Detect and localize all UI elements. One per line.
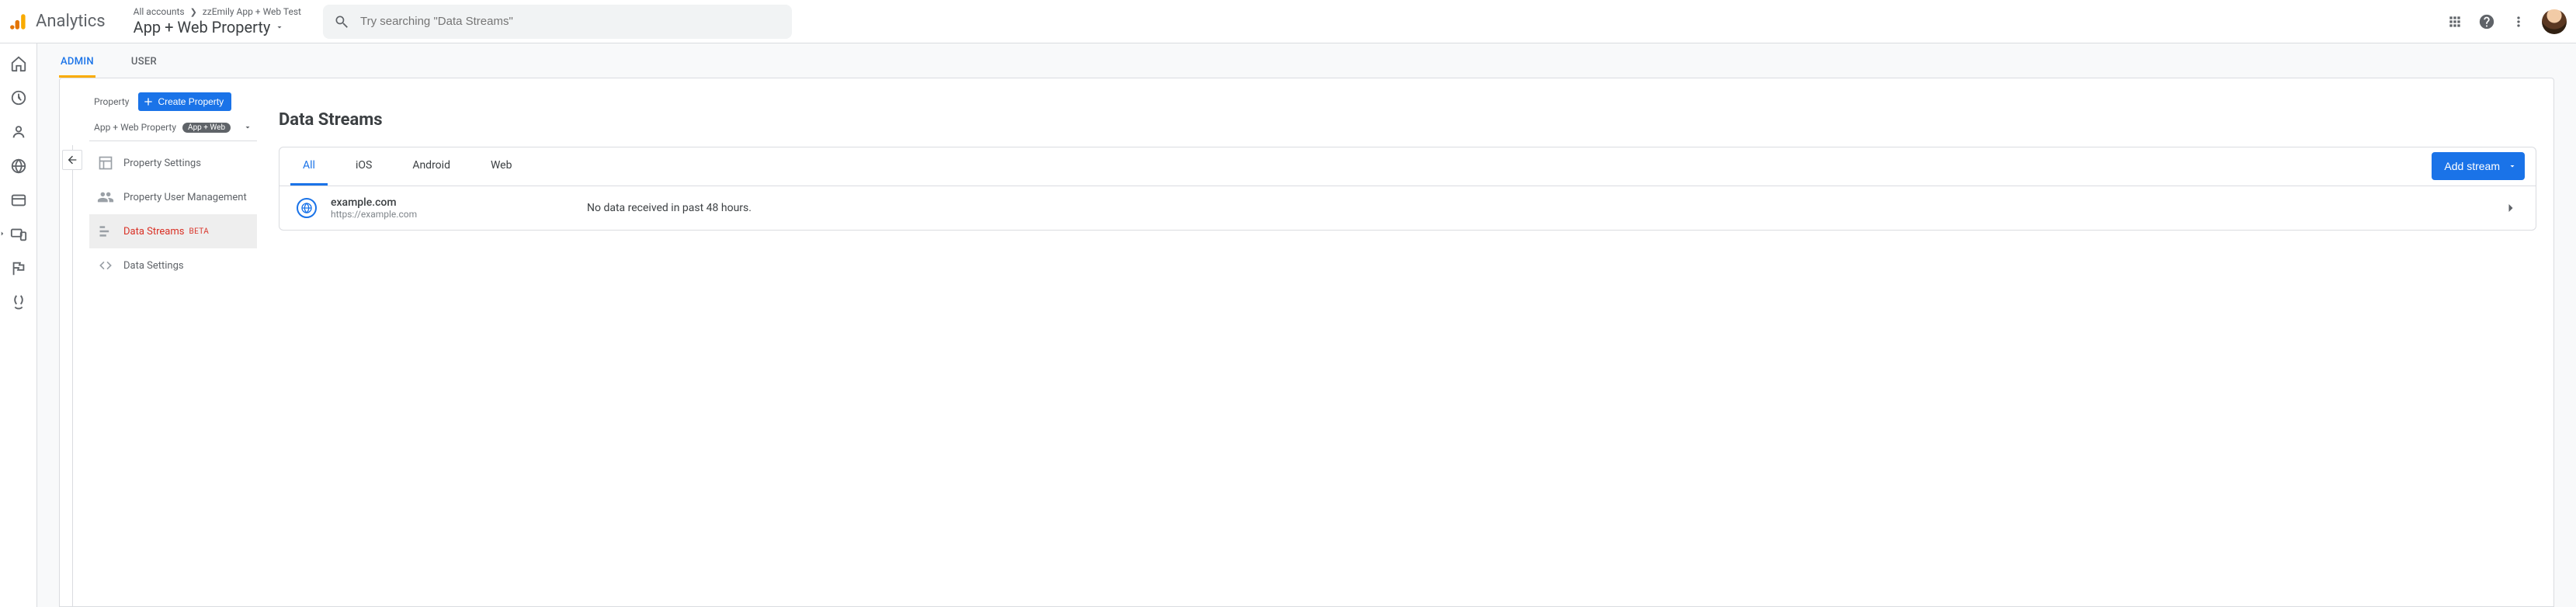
web-icon[interactable] — [9, 191, 28, 210]
caret-down-icon — [243, 123, 252, 132]
home-icon[interactable] — [9, 54, 28, 73]
devices-icon[interactable] — [9, 225, 28, 244]
stream-row[interactable]: example.com https://example.com No data … — [279, 186, 2536, 230]
app-web-badge: App + Web — [182, 123, 231, 133]
streams-column: Data Streams All iOS Android Web Add str… — [260, 78, 2553, 606]
search-input[interactable] — [349, 14, 781, 29]
admin-panel: Property Create Property App + Web Prope… — [59, 78, 2554, 607]
streams-tabs: All iOS Android Web Add stream — [279, 147, 2536, 186]
tab-user[interactable]: USER — [130, 47, 158, 78]
stream-status: No data received in past 48 hours. — [564, 202, 2503, 214]
web-stream-icon — [297, 198, 317, 218]
page-title: Data Streams — [279, 110, 2536, 130]
chevron-right-icon — [2503, 200, 2519, 216]
stream-text: example.com https://example.com — [331, 196, 564, 220]
product-name: Analytics — [36, 12, 106, 31]
data-streams-icon — [97, 224, 114, 239]
breadcrumb-part-1: All accounts — [134, 6, 185, 17]
stream-name: example.com — [331, 196, 564, 209]
menu-label: Property User Management — [123, 192, 247, 203]
menu-label: Data Settings — [123, 260, 184, 272]
property-name: App + Web Property — [134, 18, 271, 36]
menu-label: Property Settings — [123, 158, 201, 169]
property-switcher[interactable]: All accounts ❯ zzEmily App + Web Test Ap… — [134, 7, 301, 36]
streams-tab-web[interactable]: Web — [478, 147, 525, 186]
header-right — [2447, 9, 2567, 34]
caret-right-icon — [0, 230, 6, 238]
property-selector-name: App + Web Property — [94, 122, 176, 133]
caret-down-icon — [275, 23, 284, 32]
menu-property-settings[interactable]: Property Settings — [89, 146, 257, 180]
code-icon — [97, 258, 114, 273]
back-button[interactable] — [62, 150, 82, 170]
streams-card: All iOS Android Web Add stream — [279, 147, 2536, 231]
search-icon — [334, 14, 349, 29]
menu-property-user-management[interactable]: Property User Management — [89, 180, 257, 214]
globe-icon[interactable] — [9, 157, 28, 175]
add-stream-button[interactable]: Add stream — [2432, 152, 2525, 180]
search-box[interactable] — [323, 5, 792, 39]
stream-url: https://example.com — [331, 209, 564, 220]
help-icon[interactable] — [2478, 13, 2495, 30]
breadcrumb: All accounts ❯ zzEmily App + Web Test — [134, 7, 301, 16]
plus-icon — [142, 95, 154, 108]
breadcrumb-part-2: zzEmily App + Web Test — [203, 6, 301, 17]
streams-tab-android[interactable]: Android — [400, 147, 463, 186]
apps-icon[interactable] — [2447, 14, 2463, 29]
caret-down-icon — [2508, 161, 2517, 171]
add-stream-label: Add stream — [2444, 160, 2500, 172]
streams-tab-ios[interactable]: iOS — [343, 147, 384, 186]
logo-block: Analytics — [6, 12, 124, 32]
property-menu: Property Settings Property User Manageme… — [89, 146, 257, 283]
admin-tabs-bar: ADMIN USER — [37, 43, 2576, 78]
flag-icon[interactable] — [9, 259, 28, 278]
avatar[interactable] — [2542, 9, 2567, 34]
clock-icon[interactable] — [9, 88, 28, 107]
create-property-label: Create Property — [158, 96, 224, 107]
property-label: Property — [94, 96, 129, 107]
attribution-icon[interactable] — [9, 293, 28, 312]
top-header: Analytics All accounts ❯ zzEmily App + W… — [0, 0, 2576, 43]
property-selector[interactable]: App + Web Property App + Web — [89, 122, 257, 141]
left-icon-rail — [0, 43, 37, 607]
create-property-button[interactable]: Create Property — [138, 92, 231, 111]
layout-icon — [97, 155, 114, 171]
chevron-right-icon: ❯ — [190, 7, 197, 17]
search-wrap — [323, 5, 792, 39]
menu-data-settings[interactable]: Data Settings — [89, 248, 257, 283]
streams-tab-all[interactable]: All — [290, 147, 328, 186]
beta-tag: BETA — [189, 227, 209, 236]
property-column: Property Create Property App + Web Prope… — [86, 78, 260, 606]
menu-data-streams[interactable]: Data Streams BETA — [89, 214, 257, 248]
ga-logo-icon — [9, 12, 30, 32]
back-rail — [60, 78, 86, 606]
content-area: ADMIN USER Property Create Property — [37, 43, 2576, 607]
people-icon — [97, 189, 114, 206]
more-vert-icon[interactable] — [2511, 14, 2526, 29]
person-icon[interactable] — [9, 123, 28, 141]
menu-label: Data Streams — [123, 226, 184, 238]
hierarchy-line — [72, 145, 73, 606]
arrow-back-icon — [66, 154, 78, 166]
tab-admin[interactable]: ADMIN — [59, 47, 95, 78]
